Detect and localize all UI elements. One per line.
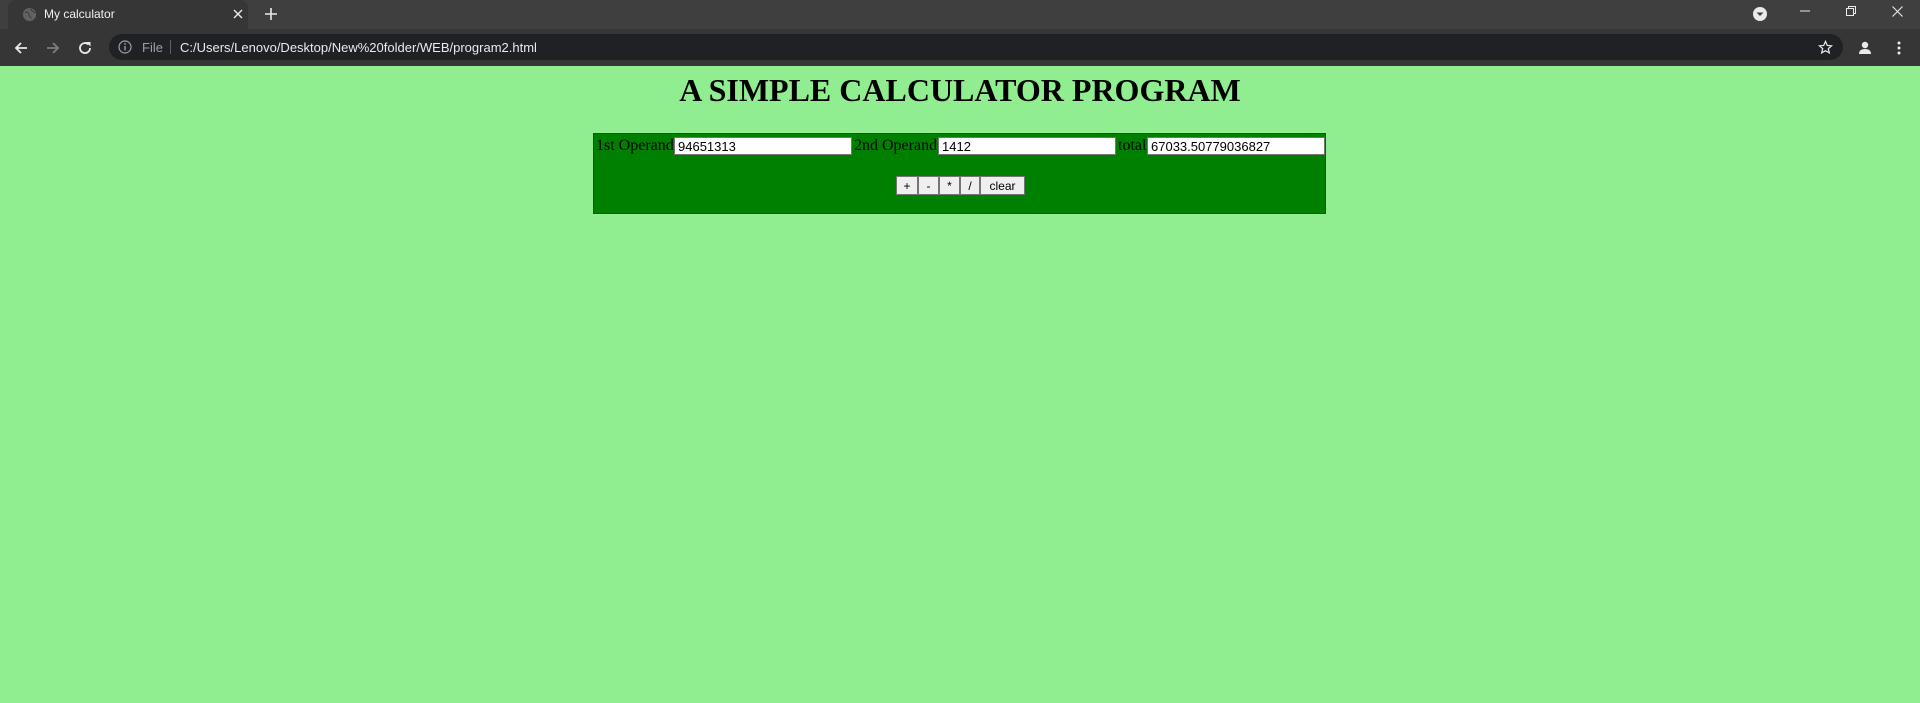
tab-active[interactable]: My calculator	[8, 0, 248, 29]
tab-title: My calculator	[44, 7, 115, 21]
operand2-input[interactable]	[938, 137, 1116, 155]
arrow-left-icon[interactable]	[10, 37, 32, 59]
star-icon[interactable]	[1816, 38, 1834, 56]
url-text[interactable]: C:/Users/Lenovo/Desktop/New%20folder/WEB…	[180, 40, 537, 55]
address-bar[interactable]: File C:/Users/Lenovo/Desktop/New%20folde…	[109, 34, 1843, 60]
operand2-label: 2nd Operand	[854, 137, 938, 154]
window-close-icon[interactable]	[1874, 0, 1920, 22]
arrow-right-icon[interactable]	[42, 37, 64, 59]
operand1-label: 1st Operand	[596, 137, 674, 154]
total-input[interactable]	[1147, 137, 1325, 155]
globe-icon	[22, 7, 37, 22]
url-scheme-label: File	[142, 40, 163, 55]
multiply-button[interactable]: *	[939, 176, 960, 195]
info-icon[interactable]	[117, 39, 133, 55]
plus-icon[interactable]	[260, 3, 282, 25]
chevron-down-icon[interactable]	[1750, 4, 1770, 24]
browser-toolbar: File C:/Users/Lenovo/Desktop/New%20folde…	[0, 29, 1920, 66]
clear-button[interactable]: clear	[980, 176, 1025, 195]
minimize-icon[interactable]	[1782, 0, 1828, 22]
reload-icon[interactable]	[74, 37, 96, 59]
calculator-panel: 1st Operand 2nd Operand total + - * / cl…	[593, 133, 1326, 214]
add-button[interactable]: +	[896, 176, 918, 195]
total-label: total	[1118, 137, 1147, 154]
person-icon[interactable]	[1854, 37, 1876, 59]
omnibox-divider	[170, 40, 171, 54]
divide-button[interactable]: /	[960, 176, 980, 195]
operand1-input[interactable]	[674, 137, 852, 155]
subtract-button[interactable]: -	[918, 176, 939, 195]
restore-icon[interactable]	[1828, 0, 1874, 22]
close-icon[interactable]	[228, 4, 248, 24]
kebab-menu-icon[interactable]	[1888, 37, 1910, 59]
page-title: A SIMPLE CALCULATOR PROGRAM	[679, 72, 1241, 108]
tab-strip: My calculator	[0, 0, 1920, 29]
